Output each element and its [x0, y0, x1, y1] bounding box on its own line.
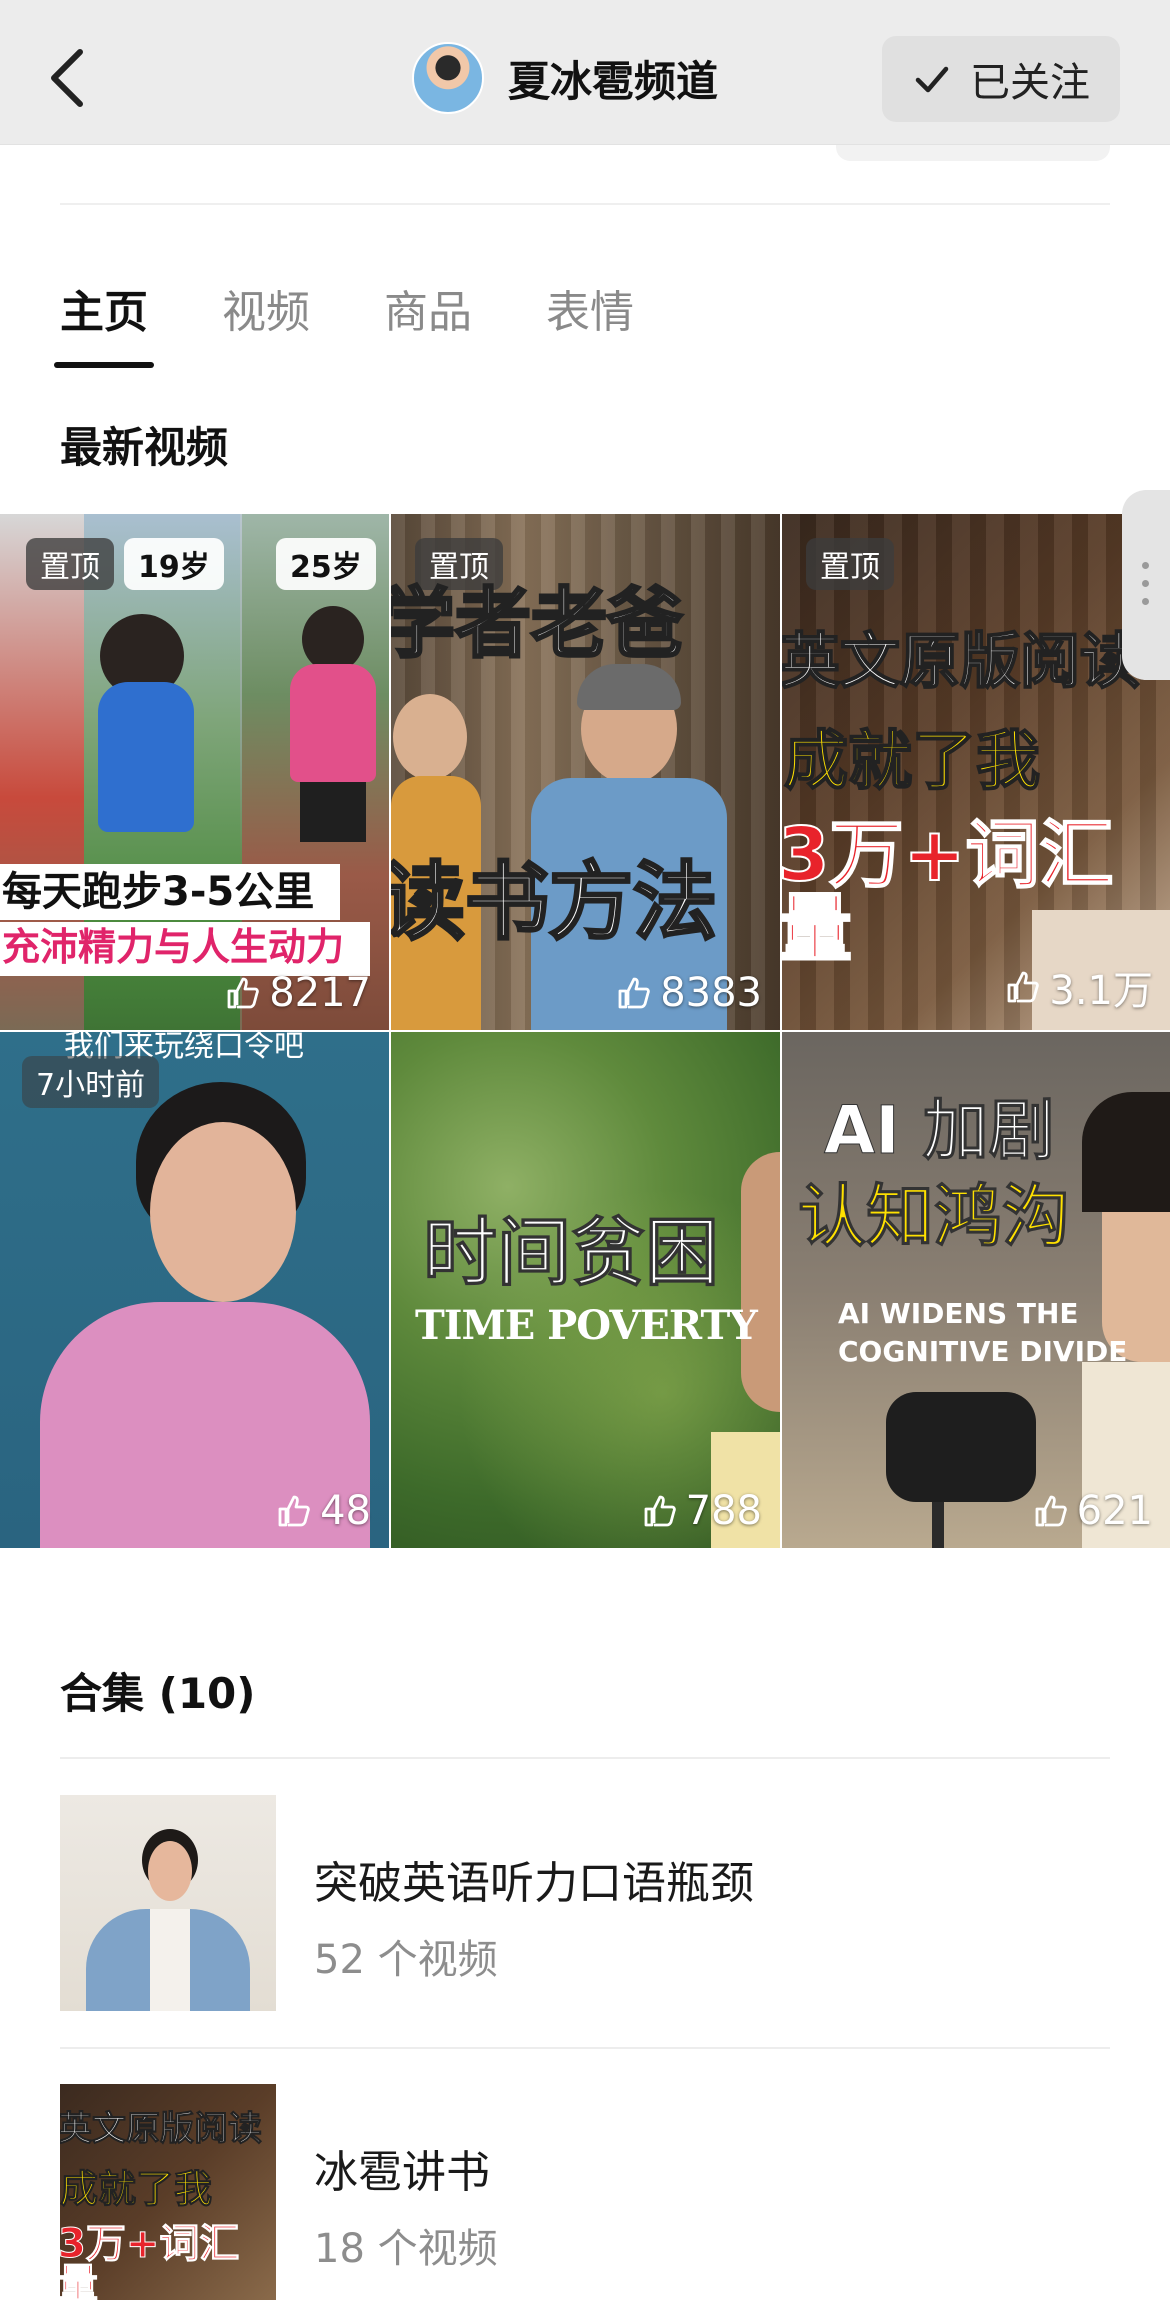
video-tile[interactable]: 时间贫困 TIME POVERTY 788: [391, 1032, 780, 1548]
divider: [60, 2047, 1110, 2049]
follow-button[interactable]: 已关注: [882, 36, 1120, 122]
collection-count: 18 个视频: [314, 2226, 498, 2272]
video-tile[interactable]: 置顶 英文原版阅读 成就了我 3万+词汇量 3.1万: [782, 514, 1170, 1030]
video-grid: 置顶 19岁 25岁 每天跑步3-5公里 充沛精力与人生动力 8217 置顶 学…: [0, 514, 1170, 1554]
like-count: 48: [276, 1488, 371, 1534]
profile-card-edge: [836, 145, 1110, 161]
channel-name: 夏冰雹频道: [508, 56, 719, 106]
divider: [60, 1757, 1110, 1759]
channel-header[interactable]: 夏冰雹频道: [412, 42, 718, 114]
like-count: 621: [1033, 1488, 1153, 1534]
video-caption: 时间贫困: [423, 1210, 720, 1296]
video-tile[interactable]: 置顶 学者老爸 读书方法 8383: [391, 514, 780, 1030]
video-caption: 读书方法: [391, 853, 719, 951]
follow-label: 已关注: [970, 60, 1090, 106]
checkmark-icon: [915, 66, 949, 93]
thumbs-up-icon: [618, 977, 650, 1009]
video-caption: 每天跑步3-5公里: [2, 869, 315, 915]
tab-bar: 主页 视频 商品 表情: [54, 276, 634, 368]
like-count: 8383: [616, 970, 762, 1016]
thumbs-up-icon: [1007, 971, 1040, 1003]
time-badge: 7小时前: [22, 1056, 160, 1108]
video-caption: 认知鸿沟: [797, 1178, 1071, 1257]
age-tag: 25岁: [276, 538, 376, 590]
video-tile[interactable]: 我们来玩绕口令吧 7小时前 48: [0, 1032, 389, 1548]
back-icon[interactable]: [40, 38, 104, 118]
pinned-badge: 置顶: [806, 538, 894, 590]
like-count: 788: [642, 1488, 762, 1534]
divider: [60, 203, 1110, 205]
video-caption: 3万+词汇量: [782, 812, 1115, 972]
video-caption: 充沛精力与人生动力: [2, 925, 345, 969]
channel-avatar[interactable]: [412, 42, 484, 114]
collection-thumbnail: [60, 1795, 276, 2011]
video-tile[interactable]: AI 加剧 认知鸿沟 AI WIDENS THE COGNITIVE DIVID…: [782, 1032, 1170, 1548]
tab-videos[interactable]: 视频: [222, 276, 310, 368]
pinned-badge: 置顶: [26, 538, 114, 590]
thumbs-up-icon: [644, 1495, 676, 1527]
age-tag: 19岁: [124, 538, 224, 590]
video-caption: TIME POVERTY: [415, 1302, 758, 1349]
collection-name: 冰雹讲书: [314, 2147, 490, 2198]
collection-name: 突破英语听力口语瓶颈: [314, 1858, 754, 1909]
video-caption: 成就了我: [783, 725, 1041, 799]
scroll-handle[interactable]: [1122, 490, 1170, 680]
top-bar: 夏冰雹频道 已关注: [0, 0, 1170, 145]
video-caption: 英文原版阅读: [782, 627, 1141, 697]
latest-videos-title: 最新视频: [60, 423, 229, 472]
video-tile[interactable]: 置顶 19岁 25岁 每天跑步3-5公里 充沛精力与人生动力 8217: [0, 514, 389, 1030]
tab-products[interactable]: 商品: [384, 276, 472, 368]
tab-stickers[interactable]: 表情: [546, 276, 634, 368]
video-caption: AI 加剧: [824, 1092, 1056, 1169]
video-caption: AI WIDENS THE: [838, 1297, 1079, 1330]
thumbs-up-icon: [1035, 1495, 1067, 1527]
thumbs-up-icon: [227, 977, 259, 1009]
collection-item[interactable]: 英文原版阅读 成就了我 3万+词汇量 冰雹讲书 18 个视频: [60, 2084, 1110, 2300]
collection-item[interactable]: 突破英语听力口语瓶颈 52 个视频: [60, 1795, 1110, 2011]
collections-title: 合集 (10): [60, 1669, 256, 1718]
video-caption: 学者老爸: [391, 579, 685, 668]
thumbs-up-icon: [278, 1495, 310, 1527]
collection-count: 52 个视频: [314, 1937, 498, 1983]
collection-thumbnail: 英文原版阅读 成就了我 3万+词汇量: [60, 2084, 276, 2300]
tab-home[interactable]: 主页: [54, 276, 154, 368]
like-count: 3.1万: [1005, 958, 1153, 1016]
like-count: 8217: [225, 970, 371, 1016]
video-caption: COGNITIVE DIVIDE: [838, 1335, 1128, 1368]
